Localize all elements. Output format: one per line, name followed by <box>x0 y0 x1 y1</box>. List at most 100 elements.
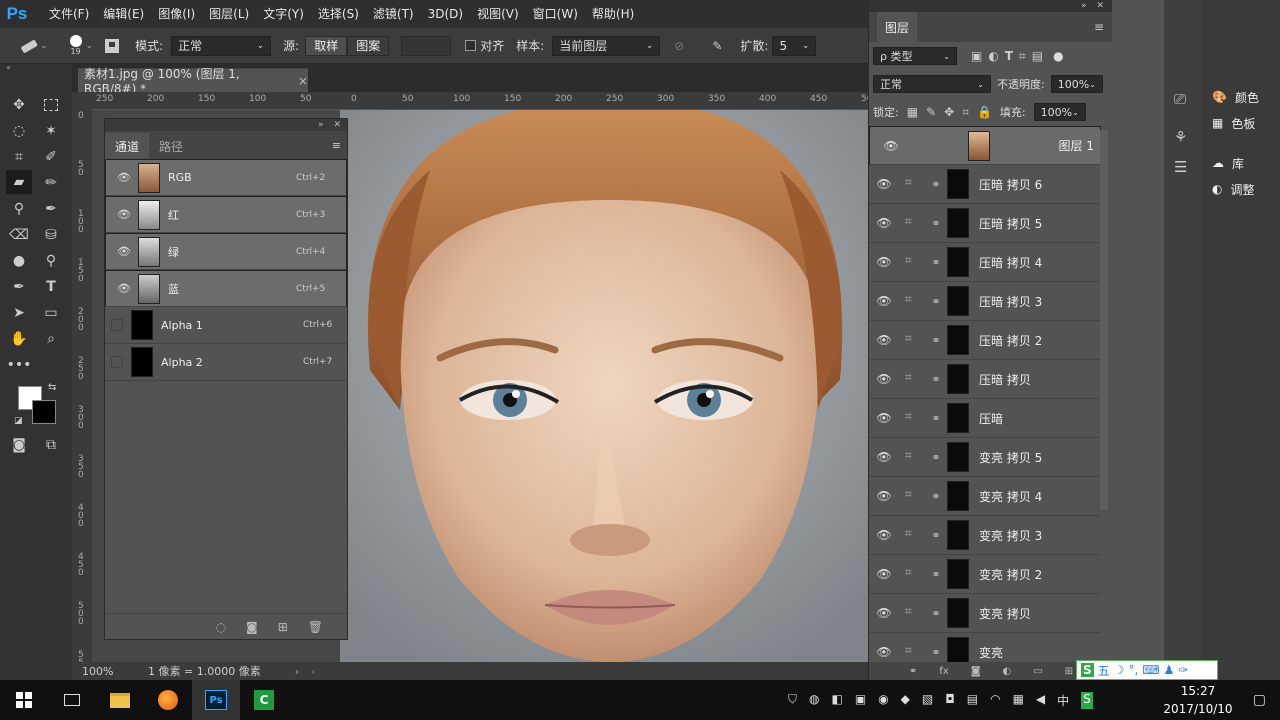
visibility-eye-icon[interactable]: 👁 <box>869 216 899 230</box>
fill-input[interactable]: 100% ⌄ <box>1033 103 1086 121</box>
ime-tray-icon[interactable]: 中 <box>1057 692 1069 709</box>
link-icon[interactable]: ⚭ <box>929 490 943 503</box>
close-icon[interactable]: ✕ <box>333 120 341 130</box>
tray-app3-icon[interactable]: ◉ <box>878 692 888 709</box>
sogou-icon[interactable]: S <box>1081 663 1094 677</box>
lock-artboard-icon[interactable]: ⌗ <box>962 105 969 120</box>
default-colors-icon[interactable]: ◪ <box>14 416 23 426</box>
channel-row[interactable]: 👁 绿 Ctrl+4 <box>105 233 347 270</box>
sogou-tray-icon[interactable]: S <box>1081 692 1093 709</box>
blend-mode-select[interactable]: 正常 ⌄ <box>873 75 991 93</box>
tray-app2-icon[interactable]: ▣ <box>855 692 866 709</box>
menu-item[interactable]: 视图(V) <box>470 0 526 28</box>
file-explorer-icon[interactable] <box>96 680 144 720</box>
link-icon[interactable]: ⚭ <box>929 295 943 308</box>
visibility-eye-icon[interactable]: 👁 <box>869 645 899 659</box>
visibility-eye-icon[interactable]: 👁 <box>869 606 899 620</box>
visibility-eye-icon[interactable]: 👁 <box>869 294 899 308</box>
marquee-tool-icon[interactable] <box>40 94 62 116</box>
punctuation-icon[interactable]: °, <box>1128 663 1138 677</box>
menu-item[interactable]: 图像(I) <box>151 0 202 28</box>
filter-pixel-icon[interactable]: ▣ <box>971 49 982 63</box>
filter-shape-icon[interactable]: ⌗ <box>1019 49 1026 64</box>
layer-row[interactable]: 👁 ⌗ ⚭ 压暗 拷贝 3 <box>869 282 1101 321</box>
panel-item-1[interactable]: ▦ 色板 <box>1202 110 1280 136</box>
chevron-down-icon[interactable]: ⌄ <box>86 41 94 51</box>
layer-row[interactable]: 👁 ⌗ ⚭ 压暗 拷贝 4 <box>869 243 1101 282</box>
link-icon[interactable]: ⚭ <box>929 529 943 542</box>
menu-item[interactable]: 选择(S) <box>311 0 366 28</box>
save-selection-icon[interactable]: ◙ <box>246 620 258 634</box>
layer-row[interactable]: 👁 ⌗ ⚭ 变亮 拷贝 4 <box>869 477 1101 516</box>
visibility-eye-icon[interactable]: 👁 <box>869 450 899 464</box>
panel-menu-icon[interactable]: ≡ <box>332 139 341 152</box>
menu-item[interactable]: 文字(Y) <box>256 0 311 28</box>
lasso-tool-icon[interactable]: ◌ <box>8 120 30 142</box>
new-layer-icon[interactable]: ⊞ <box>1065 666 1073 677</box>
layer-mask-thumbnail[interactable] <box>947 442 969 472</box>
layer-mask-thumbnail[interactable] <box>947 208 969 238</box>
visibility-eye-icon[interactable]: 👁 <box>869 255 899 269</box>
lock-position-icon[interactable]: ✥ <box>944 105 954 119</box>
layer-row[interactable]: 👁 ⌗ ⚭ 变亮 拷贝 3 <box>869 516 1101 555</box>
layer-row[interactable]: 👁 ⌗ ⚭ 压暗 拷贝 5 <box>869 204 1101 243</box>
delete-channel-icon[interactable]: 🗑 <box>308 620 323 634</box>
brush-presets-icon[interactable]: ⚘ <box>1174 128 1187 146</box>
channel-row[interactable]: 👁 红 Ctrl+3 <box>105 196 347 233</box>
swap-colors-icon[interactable]: ⇆ <box>48 382 56 393</box>
type-tool-icon[interactable]: T <box>40 276 62 298</box>
firefox-icon[interactable] <box>144 680 192 720</box>
scroll-left-icon[interactable]: ‹ <box>311 665 315 678</box>
menu-item[interactable]: 帮助(H) <box>585 0 641 28</box>
clone-source-icon[interactable] <box>103 37 121 55</box>
tab-layers[interactable]: 图层 <box>877 12 918 42</box>
wechat-icon[interactable]: ◍ <box>809 692 819 709</box>
link-icon[interactable]: ⚭ <box>929 412 943 425</box>
layer-row[interactable]: 👁 ⌗ ⚭ 变亮 拷贝 <box>869 594 1101 633</box>
history-icon[interactable]: ⎚ <box>1174 90 1186 108</box>
link-layers-icon[interactable]: ⚭ <box>909 666 917 677</box>
collapse-icon[interactable]: » <box>318 120 324 130</box>
clock[interactable]: 15:27 2017/10/10 <box>1158 682 1238 718</box>
more-tools-icon[interactable]: ••• <box>7 354 32 376</box>
volume-icon[interactable]: ◀ <box>1036 692 1045 709</box>
tab-channels[interactable]: 通道 <box>105 133 150 159</box>
notification-icon[interactable]: ▢ <box>1253 692 1266 708</box>
move-tool-icon[interactable]: ✥ <box>8 94 30 116</box>
visibility-eye-icon[interactable]: 👁 <box>876 139 906 153</box>
lock-pixels-icon[interactable]: ✎ <box>926 105 936 119</box>
shield-icon[interactable]: ⛉ <box>788 692 797 709</box>
dodge-tool-icon[interactable]: ⚲ <box>40 250 62 272</box>
layer-mask-thumbnail[interactable] <box>947 364 969 394</box>
hand-tool-icon[interactable]: ✋ <box>8 328 30 350</box>
mode-select[interactable]: 正常 ⌄ <box>171 35 272 56</box>
layer-row[interactable]: 👁 ⌗ ⚭ 变亮 拷贝 2 <box>869 555 1101 594</box>
magic-wand-tool-icon[interactable]: ✶ <box>40 120 62 142</box>
visibility-eye-icon[interactable]: 👁 <box>112 171 136 184</box>
filter-smart-object-icon[interactable]: ▤ <box>1032 49 1043 63</box>
layer-style-icon[interactable]: fx <box>939 666 948 677</box>
filter-toggle-icon[interactable]: ● <box>1053 49 1063 63</box>
menu-item[interactable]: 3D(D) <box>421 0 470 28</box>
new-group-icon[interactable]: ▭ <box>1033 666 1042 677</box>
layer-row[interactable]: 👁 ⌗ ⚭ 变亮 拷贝 5 <box>869 438 1101 477</box>
nvidia-icon[interactable]: ◆ <box>901 692 910 709</box>
visibility-eye-icon[interactable]: 👁 <box>869 567 899 581</box>
camtasia-icon[interactable]: C <box>240 680 288 720</box>
path-selection-tool-icon[interactable]: ➤ <box>8 302 30 324</box>
document-tab[interactable]: 素材1.jpg @ 100% (图层 1, RGB/8#) * × <box>78 67 308 96</box>
menu-item[interactable]: 文件(F) <box>42 0 96 28</box>
link-icon[interactable]: ⚭ <box>929 568 943 581</box>
spot-healing-tool-icon[interactable]: ⌄ <box>18 37 48 55</box>
link-icon[interactable]: ⚭ <box>929 607 943 620</box>
align-checkbox[interactable]: 对齐 <box>465 37 504 54</box>
screen-mode-icon[interactable]: ⧉ <box>40 434 62 456</box>
layer-mask-thumbnail[interactable] <box>947 247 969 277</box>
lock-all-icon[interactable]: 🔒 <box>977 105 992 119</box>
layer-row[interactable]: 👁 图层 1 <box>869 126 1101 165</box>
keyboard-icon[interactable]: ⌨ <box>1142 663 1159 677</box>
panel-item-2[interactable]: ☁ 库 <box>1202 150 1280 176</box>
visibility-eye-icon[interactable]: 👁 <box>112 282 136 295</box>
layer-filter-select[interactable]: ρ 类型 ⌄ <box>873 47 957 65</box>
link-icon[interactable]: ⚭ <box>929 217 943 230</box>
